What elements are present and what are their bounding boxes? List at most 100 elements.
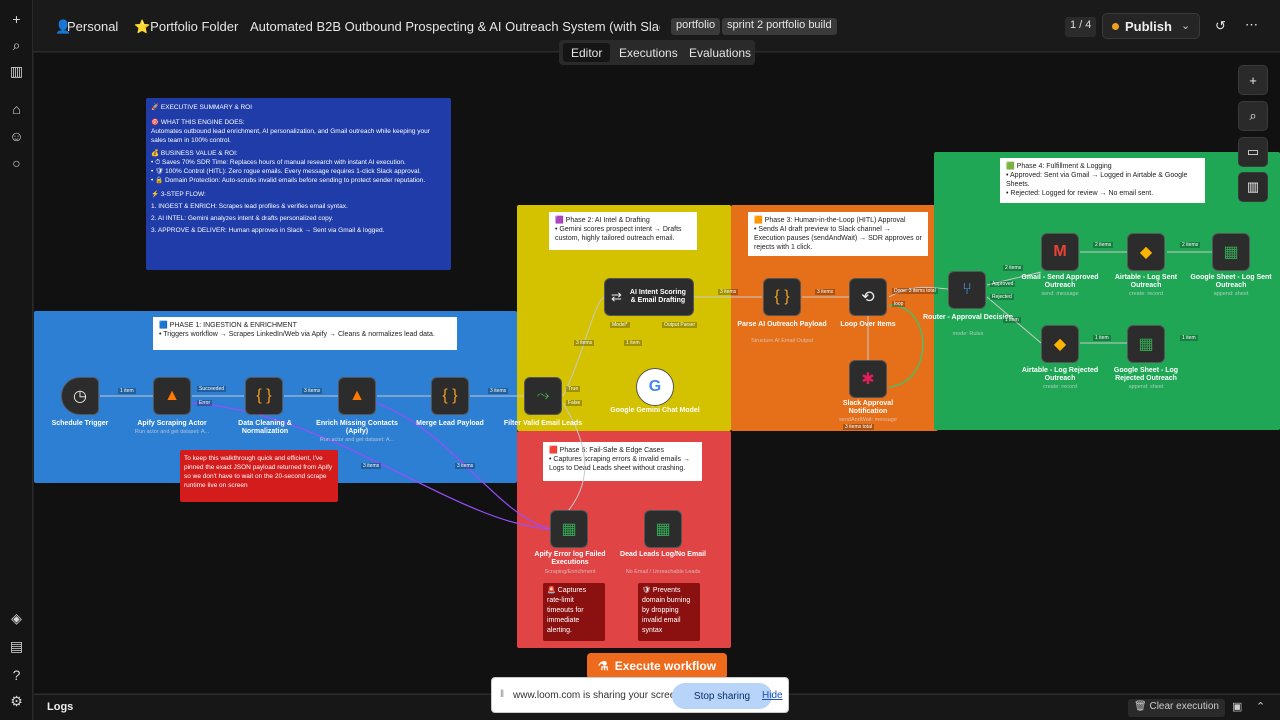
data-cleaning-node[interactable]: { } bbox=[245, 377, 283, 415]
conn-label: 2 items bbox=[1180, 242, 1201, 248]
prevents-card[interactable]: 🛡 Prevents domain burning by dropping in… bbox=[638, 583, 700, 641]
filter-node[interactable]: ⤳ bbox=[524, 377, 562, 415]
schedule-trigger-node[interactable]: ◷ bbox=[61, 377, 99, 415]
airtable-sent-node[interactable]: ◆ bbox=[1127, 233, 1165, 271]
conn-label: 2 items bbox=[1003, 265, 1024, 271]
conn-label: 1 item bbox=[118, 388, 136, 394]
merge-payload-node[interactable]: { } bbox=[431, 377, 469, 415]
apify-scraping-node[interactable]: ▲ bbox=[153, 377, 191, 415]
clear-execution-button[interactable]: 🗑 Clear execution bbox=[1128, 699, 1225, 717]
airtable-rej-node[interactable]: ◆ bbox=[1041, 325, 1079, 363]
tab-evaluations[interactable]: Evaluations bbox=[681, 43, 759, 62]
clear-execution-label: Clear execution bbox=[1149, 701, 1219, 712]
slack-node[interactable]: ✱ bbox=[849, 360, 887, 398]
airtable-sent-label: Airtable - Log Sent Outreach bbox=[1114, 274, 1178, 289]
conn-label: 3 items bbox=[488, 388, 509, 394]
execute-workflow-button[interactable]: ⚗ Execute workflow bbox=[587, 653, 727, 679]
chart-icon[interactable]: ▤ bbox=[6, 636, 27, 657]
tag-sprint[interactable]: sprint 2 portfolio build bbox=[722, 18, 837, 35]
tab-editor[interactable]: Editor bbox=[563, 43, 611, 62]
gear-icon[interactable]: ⚙ bbox=[6, 691, 27, 712]
captures-card[interactable]: 🚨 Captures rate-limit timeouts for immed… bbox=[543, 583, 605, 641]
panel-icon[interactable]: ▥ bbox=[6, 61, 27, 82]
gmail-node[interactable]: M bbox=[1041, 233, 1079, 271]
apify-icon: ▲ bbox=[349, 387, 365, 404]
loop-node[interactable]: ⟲ bbox=[849, 278, 887, 316]
chevron-up-icon[interactable]: ⌃ bbox=[1256, 700, 1265, 713]
conn-label: Succeeded bbox=[197, 386, 227, 392]
execute-workflow-label: Execute workflow bbox=[614, 659, 717, 673]
loop-label: Loop Over Items bbox=[840, 321, 896, 328]
ai-scoring-node[interactable]: ⇄ AI Intent Scoring & Email Drafting bbox=[604, 278, 694, 316]
dead-leads-node[interactable]: ▦ bbox=[644, 510, 682, 548]
airtable-icon: ◆ bbox=[1139, 244, 1153, 261]
router-icon: ⑂ bbox=[962, 281, 972, 298]
chevron-down-icon[interactable]: ⌄ bbox=[1181, 19, 1190, 32]
slack-sub: sendAndWait: message bbox=[839, 417, 897, 423]
airtable-icon: ◆ bbox=[1053, 336, 1067, 353]
expand-icon[interactable]: ▣ bbox=[1232, 700, 1242, 713]
conn-label: 3 items bbox=[361, 463, 382, 469]
parse-payload-node[interactable]: { } bbox=[763, 278, 801, 316]
conn-label: 1 item bbox=[1003, 317, 1021, 323]
workflow-canvas[interactable]: 🚀 EXECUTIVE SUMMARY & ROI 🎯 WHAT THIS EN… bbox=[34, 53, 1280, 720]
breadcrumb-folder[interactable]: ⭐Portfolio Folder bbox=[134, 19, 238, 35]
dead-leads-label: Dead Leads Log/No Email bbox=[620, 551, 706, 558]
breadcrumb-personal[interactable]: Personal bbox=[67, 19, 118, 34]
enrich-contacts-label: Enrich Missing Contacts (Apify) bbox=[316, 420, 398, 435]
slack-label: Slack Approval Notification bbox=[842, 400, 894, 415]
gemini-model-node[interactable]: G bbox=[636, 368, 674, 406]
router-node[interactable]: ⑂ bbox=[948, 271, 986, 309]
publish-label: Publish bbox=[1125, 19, 1172, 34]
left-sidebar: + ⌕ ▥ ⌂ ☺ ○ ◈ ▤ ? ⚙ bbox=[0, 0, 33, 720]
airtable-rej-label: Airtable - Log Rejected Outreach bbox=[1021, 367, 1099, 382]
home-icon[interactable]: ⌂ bbox=[6, 98, 27, 119]
plus-icon: + bbox=[1249, 72, 1257, 88]
google-icon: G bbox=[648, 378, 662, 395]
cube-icon[interactable]: ◈ bbox=[6, 608, 27, 629]
tab-executions[interactable]: Executions bbox=[611, 43, 686, 62]
conn-slack-loop bbox=[888, 304, 924, 388]
panel-toggle-button[interactable]: ▥ bbox=[1238, 172, 1268, 202]
enrich-contacts-node[interactable]: ▲ bbox=[338, 377, 376, 415]
user-icon[interactable]: ☺ bbox=[6, 125, 27, 146]
workflow-title[interactable]: Automated B2B Outbound Prospecting & AI … bbox=[250, 19, 660, 34]
gsheet-sent-label: Google Sheet - Log Sent Outreach bbox=[1190, 274, 1272, 289]
stop-sharing-button[interactable]: Stop sharing bbox=[672, 683, 772, 709]
apify-scraping-sub: Run actor and get dataset: A... bbox=[134, 429, 210, 435]
conn-label: loop bbox=[892, 301, 906, 307]
search-nodes-button[interactable]: ⌕ bbox=[1238, 101, 1268, 131]
apify-error-sub: Scraping/Enrichment bbox=[544, 569, 596, 575]
conn-label: 3 items bbox=[718, 289, 739, 295]
document-icon: ▭ bbox=[1246, 144, 1260, 159]
airtable-sent-sub: create: record bbox=[1129, 291, 1163, 297]
plus-icon[interactable]: + bbox=[6, 8, 27, 29]
code-icon: { } bbox=[256, 387, 272, 404]
publish-button[interactable]: Publish ⌄ bbox=[1102, 13, 1200, 39]
notes-button[interactable]: ▭ bbox=[1238, 137, 1268, 167]
history-icon[interactable]: ↺ bbox=[1215, 18, 1226, 34]
apify-error-node[interactable]: ▦ bbox=[550, 510, 588, 548]
hide-link[interactable]: Hide bbox=[762, 690, 783, 701]
search-icon[interactable]: ⌕ bbox=[6, 35, 27, 56]
parse-payload-label: Parse AI Outreach Payload bbox=[737, 321, 827, 328]
flask-icon: ⚗ bbox=[597, 659, 609, 673]
conn-label: Output Parser bbox=[662, 322, 698, 328]
conn-label: Rejected bbox=[990, 294, 1014, 300]
add-node-button[interactable]: + bbox=[1238, 65, 1268, 95]
conn-label: Model* bbox=[610, 322, 630, 328]
panel-icon: ▥ bbox=[1246, 179, 1260, 194]
drag-handle-icon[interactable]: ‖ bbox=[500, 689, 504, 700]
chat-icon[interactable]: ○ bbox=[6, 152, 27, 173]
help-icon[interactable]: ? bbox=[6, 664, 27, 685]
conn-label: 2 items bbox=[1093, 242, 1114, 248]
logs-label[interactable]: Logs bbox=[47, 701, 73, 713]
google-sheets-icon: ▦ bbox=[561, 521, 577, 538]
gsheet-rej-sub: append: sheet bbox=[1128, 384, 1164, 390]
gsheet-rej-node[interactable]: ▦ bbox=[1127, 325, 1165, 363]
enrich-contacts-sub: Run actor and get dataset: A... bbox=[319, 437, 395, 443]
tag-portfolio[interactable]: portfolio bbox=[671, 18, 721, 35]
gsheet-sent-node[interactable]: ▦ bbox=[1212, 233, 1250, 271]
more-icon[interactable]: ⋯ bbox=[1245, 17, 1258, 33]
search-icon: ⌕ bbox=[1249, 108, 1257, 123]
